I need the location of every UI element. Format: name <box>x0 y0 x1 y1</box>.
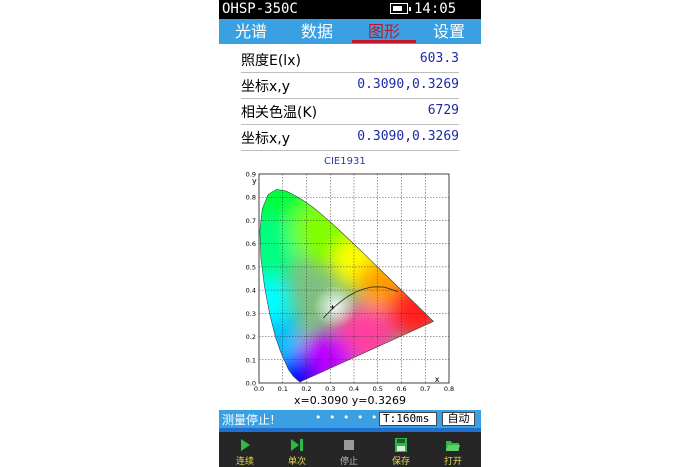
y-axis-label: y <box>252 176 257 185</box>
folder-open-icon <box>446 441 460 451</box>
chart-readout: x=0.3090 y=0.3269 <box>294 394 406 407</box>
y-tick-label: 0.5 <box>246 263 256 271</box>
x-tick-label: 0.4 <box>349 385 359 393</box>
status-bar: 测量停止! • • • • • • T:160ms 自动 <box>219 410 481 428</box>
button-label: 单次 <box>287 457 306 467</box>
reading-value: 603.3 <box>419 51 459 66</box>
reading-illuminance: 照度E(lx) 603.3 <box>241 48 459 73</box>
play-icon <box>241 439 250 451</box>
x-tick-label: 0.7 <box>420 385 430 393</box>
x-tick-label: 0.5 <box>373 385 383 393</box>
step-forward-icon <box>291 439 303 451</box>
save-button[interactable]: 保存 <box>376 432 426 467</box>
x-axis-label: x <box>435 375 440 384</box>
tab-spectrum[interactable]: 光谱 <box>221 19 281 44</box>
reading-value: 0.3090,0.3269 <box>357 129 459 144</box>
status-text: 测量停止! <box>222 413 275 427</box>
continuous-button[interactable]: 连续 <box>220 432 270 467</box>
open-button[interactable]: 打开 <box>428 432 478 467</box>
button-label: 连续 <box>235 457 254 467</box>
y-tick-label: 0.7 <box>246 217 256 225</box>
tab-data[interactable]: 数据 <box>287 19 347 44</box>
battery-icon <box>390 3 411 14</box>
app-name: OHSP-350C <box>222 1 298 17</box>
x-tick-label: 0.6 <box>396 385 406 393</box>
save-icon <box>395 438 407 452</box>
button-label: 停止 <box>339 457 358 467</box>
reading-coordinates: 坐标x,y 0.3090,0.3269 <box>241 74 459 99</box>
x-tick-label: 0.1 <box>278 385 288 393</box>
button-label: 保存 <box>391 457 410 467</box>
interval-field[interactable]: T:160ms <box>379 412 437 426</box>
stop-icon <box>344 440 354 450</box>
title-bar: OHSP-350C 14:05 <box>219 0 481 19</box>
chart-title: CIE1931 <box>324 156 366 167</box>
device-screen: OHSP-350C 14:05 光谱 数据 图形 设置 照度E(lx) 603.… <box>219 0 481 467</box>
clock: 14:05 <box>414 1 457 17</box>
y-tick-label: 0.6 <box>246 240 256 248</box>
reading-label: 坐标x,y <box>241 131 291 147</box>
y-tick-label: 0.0 <box>246 380 256 388</box>
x-tick-label: 0.8 <box>444 385 454 393</box>
bottom-toolbar: 连续 单次 停止 保存 打开 <box>219 432 481 467</box>
reading-cct: 相关色温(K) 6729 <box>241 100 459 125</box>
reading-label: 相关色温(K) <box>241 105 318 121</box>
reading-coordinates-2: 坐标x,y 0.3090,0.3269 <box>241 126 459 151</box>
tab-bar: 光谱 数据 图形 设置 <box>219 19 481 44</box>
y-tick-label: 0.2 <box>246 333 256 341</box>
reading-value: 6729 <box>427 103 459 118</box>
cie-chart: 0.0 0.1 0.2 0.3 0.4 0.5 0.6 0.7 0.80.00.10.20.30… <box>219 168 481 408</box>
y-tick-label: 0.1 <box>246 356 256 364</box>
single-button[interactable]: 单次 <box>272 432 322 467</box>
y-tick-label: 0.8 <box>246 194 256 202</box>
button-label: 打开 <box>443 457 462 467</box>
x-tick-label: 0.3 <box>325 385 335 393</box>
tab-settings[interactable]: 设置 <box>419 19 479 44</box>
y-tick-label: 0.4 <box>246 287 256 295</box>
reading-value: 0.3090,0.3269 <box>357 77 459 92</box>
y-tick-label: 0.3 <box>246 310 256 318</box>
x-tick-label: 0.2 <box>301 385 311 393</box>
stop-button[interactable]: 停止 <box>324 432 374 467</box>
active-tab-indicator <box>352 40 416 43</box>
reading-label: 照度E(lx) <box>241 53 301 69</box>
auto-mode-button[interactable]: 自动 <box>442 412 475 426</box>
battery-level <box>393 6 402 11</box>
reading-label: 坐标x,y <box>241 79 291 95</box>
